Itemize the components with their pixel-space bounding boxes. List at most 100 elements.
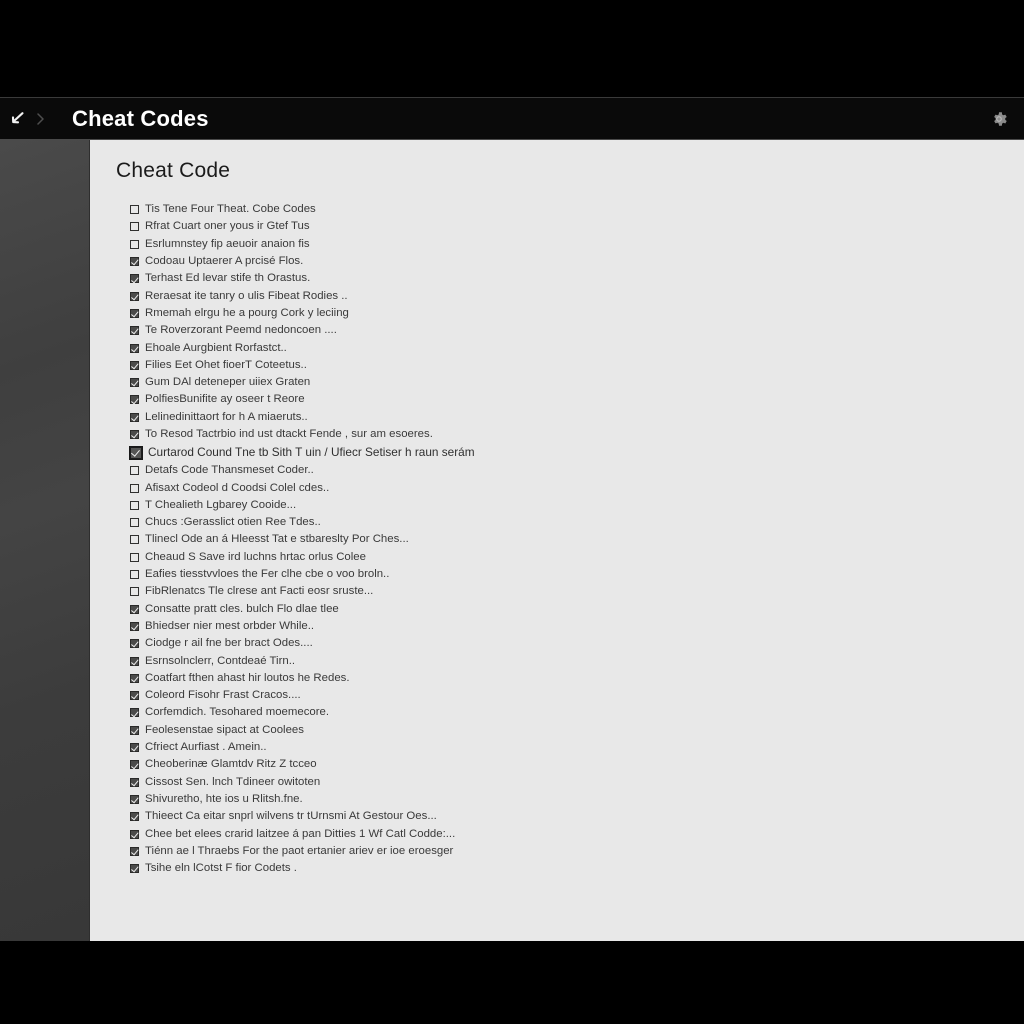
checkbox-checked-icon[interactable] — [130, 257, 139, 267]
content-panel: Cheat Code Tis Tene Four Theat. Cobe Cod… — [90, 140, 1024, 941]
checkbox-unchecked-icon[interactable] — [130, 466, 139, 476]
checklist-item[interactable]: Consatte pratt cles. bulch Flo dlae tlee — [130, 601, 1024, 618]
checklist-item[interactable]: FibRlenatcs Tle clrese ant Facti eosr sr… — [130, 583, 1024, 600]
checklist-item[interactable]: Tlinecl Ode an á Hleesst Tat e stbareslt… — [130, 531, 1024, 548]
checklist-item[interactable]: Coleord Fisohr Frast Cracos.... — [130, 687, 1024, 704]
checklist-item[interactable]: Corfemdich. Tesohared moemecore. — [130, 704, 1024, 721]
checklist-item[interactable]: Gum DAl deteneper uiiex Graten — [130, 374, 1024, 391]
checklist-item[interactable]: Esrnsolnclerr, Contdeaé Tirn.. — [130, 652, 1024, 669]
cheat-code-checklist: Tis Tene Four Theat. Cobe Codes Rfrat Cua… — [90, 183, 1024, 877]
checkbox-checked-icon[interactable] — [130, 673, 139, 683]
checkbox-unchecked-icon[interactable] — [130, 483, 139, 493]
checkbox-checked-icon[interactable] — [130, 829, 139, 839]
checkbox-checked-icon[interactable] — [130, 777, 139, 787]
checkbox-checked-icon[interactable] — [130, 604, 139, 614]
checkbox-checked-icon[interactable] — [130, 430, 139, 439]
checklist-item-label: Te Roverzorant Peemd nedoncoen .... — [145, 324, 337, 337]
checkbox-checked-icon[interactable] — [130, 343, 139, 353]
checkbox-unchecked-icon[interactable] — [130, 535, 139, 545]
checklist-item[interactable]: Tsihe eln lCotst F fior Codets . — [130, 860, 1024, 877]
checkbox-unchecked-icon[interactable] — [130, 518, 139, 528]
checklist-item[interactable]: Cfriect Aurfiast . Amein.. — [130, 739, 1024, 756]
checklist-item-label: Cheoberinæ Glamtdv Ritz Z tcceo — [145, 758, 317, 771]
checklist-item[interactable]: Cheoberinæ Glamtdv Ritz Z tcceo — [130, 756, 1024, 773]
checkbox-checked-icon[interactable] — [130, 274, 139, 284]
checkbox-checked-icon[interactable] — [130, 691, 139, 701]
checkbox-checked-icon[interactable] — [130, 360, 139, 370]
checklist-item[interactable]: Codoau Uptaerer A prcisé Flos. — [130, 253, 1024, 270]
checklist-item[interactable]: Feolesenstae sipact at Coolees — [130, 722, 1024, 739]
checklist-item[interactable]: Coatfart fthen ahast hir loutos he Redes… — [130, 670, 1024, 687]
checkbox-unchecked-icon[interactable] — [130, 239, 139, 249]
checkbox-unchecked-icon[interactable] — [130, 587, 139, 597]
checklist-item-label: Cissost Sen. lnch Tdineer owitoten — [145, 775, 321, 788]
checkbox-checked-icon[interactable] — [130, 864, 139, 874]
checklist-item[interactable]: Reraesat ite tanry o ulis Fibeat Rodies … — [130, 287, 1024, 304]
checklist-item[interactable]: Ciodge r ail fne ber bract Odes.... — [130, 635, 1024, 652]
checkbox-checked-icon[interactable] — [130, 794, 139, 804]
checklist-item[interactable]: Shivuretho, hte ios u Rlitsh.fne. — [130, 791, 1024, 808]
checkbox-checked-icon[interactable] — [130, 760, 139, 770]
checkbox-unchecked-icon[interactable] — [130, 205, 139, 215]
checklist-item[interactable]: Bhiedser nier mest orbder While.. — [130, 618, 1024, 635]
checkbox-checked-icon[interactable] — [130, 308, 139, 318]
checkbox-checked-icon[interactable] — [130, 846, 139, 856]
content-heading: Cheat Code — [116, 159, 231, 182]
checkbox-unchecked-icon[interactable] — [130, 222, 139, 232]
checklist-item[interactable]: Chucs :Gerasslict otien Ree Tdes.. — [130, 514, 1024, 531]
back-arrow-icon[interactable] — [4, 106, 30, 132]
checklist-item[interactable]: Te Roverzorant Peemd nedoncoen .... — [130, 322, 1024, 339]
checklist-item-label: Ciodge r ail fne ber bract Odes.... — [145, 637, 313, 650]
checklist-item[interactable]: Filies Eet Ohet fioerT Coteetus.. — [130, 357, 1024, 374]
checkbox-checked-icon[interactable] — [130, 812, 139, 822]
checklist-item[interactable]: T Chealieth Lgbarey Cooide... — [130, 497, 1024, 514]
checklist-item-label: Lelinedinittaort for h A miaeruts.. — [145, 410, 308, 423]
checkbox-checked-icon[interactable] — [130, 639, 139, 649]
checkbox-unchecked-icon[interactable] — [130, 570, 139, 580]
checklist-item-label: Detafs Code Thansmeset Coder.. — [145, 464, 314, 477]
checkbox-unchecked-icon[interactable] — [130, 552, 139, 562]
checklist-item-label: Consatte pratt cles. bulch Flo dlae tlee — [145, 602, 339, 615]
checklist-item[interactable]: Cissost Sen. lnch Tdineer owitoten — [130, 774, 1024, 791]
gear-icon[interactable] — [984, 104, 1014, 134]
app-title-bar: Cheat Codes — [0, 97, 1024, 140]
checklist-item[interactable]: PolfiesBunifite ay oseer t Reore — [130, 391, 1024, 408]
checklist-item[interactable]: Ehoale Aurgbient Rorfastct.. — [130, 339, 1024, 356]
checklist-item[interactable]: Eafies tiesstvvloes the Fer clhe cbe o v… — [130, 566, 1024, 583]
checklist-item[interactable]: Lelinedinittaort for h A miaeruts.. — [130, 409, 1024, 426]
checklist-item-label: Coleord Fisohr Frast Cracos.... — [145, 689, 301, 702]
checklist-item[interactable]: Cheaud S Save ird luchns hrtac orlus Col… — [130, 549, 1024, 566]
checklist-item[interactable]: Rmemah elrgu he a pourg Cork y leciing — [130, 305, 1024, 322]
checkbox-checked-icon[interactable] — [130, 378, 139, 388]
checklist-item-label: Cheaud S Save ird luchns hrtac orlus Col… — [145, 550, 366, 563]
checklist-item[interactable]: Rfrat Cuart oner yous ir Gtef Tus — [130, 218, 1024, 235]
checklist-item[interactable]: Curtarod Cound Tne tb Sith T uin / Ufiec… — [129, 443, 1024, 462]
checkbox-checked-icon[interactable] — [130, 708, 139, 718]
checklist-item-label: To Resod Tactrbio ind ust dtackt Fende ,… — [145, 428, 433, 440]
checkbox-checked-icon[interactable] — [130, 291, 139, 301]
checklist-item-label: Esrlumnstey fip aeuoir anaion fis — [145, 237, 310, 250]
checklist-item-label: Afisaxt Codeol d Coodsi Colel cdes.. — [145, 481, 330, 494]
checklist-item-label: Eafies tiesstvvloes the Fer clhe cbe o v… — [145, 568, 390, 581]
checkbox-checked-icon[interactable] — [130, 743, 139, 753]
checklist-item[interactable]: Terhast Ed levar stife th Orastus. — [130, 270, 1024, 287]
checklist-item-label: Corfemdich. Tesohared moemecore. — [145, 706, 330, 719]
checkbox-checked-icon[interactable] — [130, 412, 139, 422]
checklist-item[interactable]: Tis Tene Four Theat. Cobe Codes — [130, 201, 1024, 218]
checklist-item[interactable]: Thieect Ca eitar snprl wilvens tr tUrnsm… — [130, 808, 1024, 825]
checklist-item[interactable]: Esrlumnstey fip aeuoir anaion fis — [130, 236, 1024, 253]
checkbox-checked-icon[interactable] — [130, 725, 139, 735]
checklist-item[interactable]: Afisaxt Codeol d Coodsi Colel cdes.. — [130, 479, 1024, 496]
checklist-item[interactable]: To Resod Tactrbio ind ust dtackt Fende ,… — [130, 426, 1024, 443]
checklist-item-label: Tis Tene Four Theat. Cobe Codes — [145, 203, 316, 216]
checklist-item[interactable]: Chee bet elees crarid laitzee á pan Ditt… — [130, 825, 1024, 842]
checkbox-checked-icon[interactable] — [130, 395, 139, 405]
checkbox-checked-icon[interactable] — [129, 445, 143, 460]
checklist-item[interactable]: Tiénn ae l Thraebs For the paot ertanier… — [130, 843, 1024, 860]
checkbox-checked-icon[interactable] — [130, 656, 139, 666]
checkbox-unchecked-icon[interactable] — [130, 500, 139, 510]
checklist-item-label: Tiénn ae l Thraebs For the paot ertanier… — [145, 844, 454, 857]
checkbox-checked-icon[interactable] — [130, 326, 139, 336]
checklist-item[interactable]: Detafs Code Thansmeset Coder.. — [130, 462, 1024, 479]
checkbox-checked-icon[interactable] — [130, 621, 139, 631]
